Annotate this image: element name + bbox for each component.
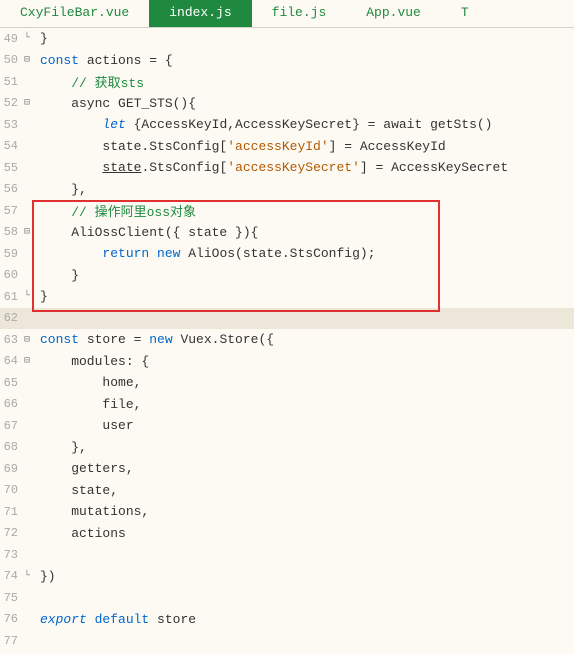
line-content[interactable]: // 获取sts xyxy=(34,72,574,91)
line-content[interactable]: modules: { xyxy=(34,354,574,369)
code-line[interactable]: 67 user xyxy=(0,415,574,437)
code-line[interactable]: 65 home, xyxy=(0,372,574,394)
code-line[interactable]: 69 getters, xyxy=(0,458,574,480)
line-content[interactable]: // 操作阿里oss对象 xyxy=(34,201,574,220)
line-content[interactable]: actions xyxy=(34,526,574,541)
line-number: 75 xyxy=(0,591,20,605)
line-content[interactable]: async GET_STS(){ xyxy=(34,96,574,111)
line-number: 55 xyxy=(0,161,20,175)
code-line[interactable]: 52⊟ async GET_STS(){ xyxy=(0,93,574,115)
line-number: 50 xyxy=(0,53,20,67)
line-content[interactable]: home, xyxy=(34,375,574,390)
fold-marker[interactable]: ⊟ xyxy=(20,226,34,238)
line-content[interactable]: export default store xyxy=(34,612,574,627)
tab-bar: CxyFileBar.vueindex.jsfile.jsApp.vueT xyxy=(0,0,574,28)
line-content[interactable]: const store = new Vuex.Store({ xyxy=(34,332,574,347)
line-number: 54 xyxy=(0,139,20,153)
line-number: 69 xyxy=(0,462,20,476)
line-number: 51 xyxy=(0,75,20,89)
line-content[interactable]: }) xyxy=(34,569,574,584)
line-content[interactable]: } xyxy=(34,31,574,46)
line-content[interactable]: file, xyxy=(34,397,574,412)
line-number: 65 xyxy=(0,376,20,390)
line-number: 71 xyxy=(0,505,20,519)
line-content[interactable]: state, xyxy=(34,483,574,498)
line-number: 63 xyxy=(0,333,20,347)
line-number: 73 xyxy=(0,548,20,562)
code-line[interactable]: 61└} xyxy=(0,286,574,308)
code-line[interactable]: 72 actions xyxy=(0,523,574,545)
tab-cxyfilebar-vue[interactable]: CxyFileBar.vue xyxy=(0,0,149,27)
code-line[interactable]: 62 xyxy=(0,308,574,330)
line-number: 67 xyxy=(0,419,20,433)
line-number: 58 xyxy=(0,225,20,239)
line-number: 68 xyxy=(0,440,20,454)
code-line[interactable]: 68 }, xyxy=(0,437,574,459)
tab-app-vue[interactable]: App.vue xyxy=(346,0,441,27)
code-line[interactable]: 50⊟const actions = { xyxy=(0,50,574,72)
line-number: 52 xyxy=(0,96,20,110)
code-line[interactable]: 51 // 获取sts xyxy=(0,71,574,93)
line-content[interactable]: return new AliOos(state.StsConfig); xyxy=(34,246,574,261)
line-number: 72 xyxy=(0,526,20,540)
code-line[interactable]: 70 state, xyxy=(0,480,574,502)
line-content[interactable]: } xyxy=(34,289,574,304)
fold-marker[interactable]: └ xyxy=(20,33,34,44)
code-line[interactable]: 56 }, xyxy=(0,179,574,201)
line-number: 76 xyxy=(0,612,20,626)
line-number: 59 xyxy=(0,247,20,261)
code-line[interactable]: 58⊟ AliOssClient({ state }){ xyxy=(0,222,574,244)
code-line[interactable]: 57 // 操作阿里oss对象 xyxy=(0,200,574,222)
line-number: 77 xyxy=(0,634,20,648)
code-line[interactable]: 49└} xyxy=(0,28,574,50)
line-content[interactable]: state.StsConfig['accessKeyId'] = AccessK… xyxy=(34,139,574,154)
line-number: 74 xyxy=(0,569,20,583)
code-line[interactable]: 77 xyxy=(0,630,574,652)
fold-marker[interactable]: ⊟ xyxy=(20,355,34,367)
line-number: 56 xyxy=(0,182,20,196)
code-editor[interactable]: 49└}50⊟const actions = {51 // 获取sts52⊟ a… xyxy=(0,28,574,654)
line-number: 57 xyxy=(0,204,20,218)
code-line[interactable]: 59 return new AliOos(state.StsConfig); xyxy=(0,243,574,265)
code-line[interactable]: 71 mutations, xyxy=(0,501,574,523)
line-content[interactable]: state.StsConfig['accessKeySecret'] = Acc… xyxy=(34,160,574,175)
line-content[interactable]: mutations, xyxy=(34,504,574,519)
tab-t[interactable]: T xyxy=(441,0,489,27)
code-line[interactable]: 73 xyxy=(0,544,574,566)
line-number: 49 xyxy=(0,32,20,46)
code-line[interactable]: 76 export default store xyxy=(0,609,574,631)
line-number: 61 xyxy=(0,290,20,304)
code-line[interactable]: 75 xyxy=(0,587,574,609)
code-line[interactable]: 53 let {AccessKeyId,AccessKeySecret} = a… xyxy=(0,114,574,136)
tab-file-js[interactable]: file.js xyxy=(252,0,347,27)
code-line[interactable]: 54 state.StsConfig['accessKeyId'] = Acce… xyxy=(0,136,574,158)
fold-marker[interactable]: └ xyxy=(20,291,34,302)
line-content[interactable]: getters, xyxy=(34,461,574,476)
code-line[interactable]: 60 } xyxy=(0,265,574,287)
line-number: 70 xyxy=(0,483,20,497)
code-line[interactable]: 55 state.StsConfig['accessKeySecret'] = … xyxy=(0,157,574,179)
line-number: 53 xyxy=(0,118,20,132)
fold-marker[interactable]: ⊟ xyxy=(20,334,34,346)
line-number: 60 xyxy=(0,268,20,282)
line-content[interactable]: user xyxy=(34,418,574,433)
line-content[interactable]: }, xyxy=(34,440,574,455)
line-content[interactable]: const actions = { xyxy=(34,53,574,68)
fold-marker[interactable]: └ xyxy=(20,571,34,582)
code-line[interactable]: 63⊟const store = new Vuex.Store({ xyxy=(0,329,574,351)
line-content[interactable]: }, xyxy=(34,182,574,197)
code-line[interactable]: 64⊟ modules: { xyxy=(0,351,574,373)
line-number: 66 xyxy=(0,397,20,411)
line-number: 64 xyxy=(0,354,20,368)
code-line[interactable]: 66 file, xyxy=(0,394,574,416)
line-content[interactable]: let {AccessKeyId,AccessKeySecret} = awai… xyxy=(34,117,574,132)
code-line[interactable]: 74└}) xyxy=(0,566,574,588)
line-content[interactable]: } xyxy=(34,268,574,283)
fold-marker[interactable]: ⊟ xyxy=(20,54,34,66)
line-content[interactable]: AliOssClient({ state }){ xyxy=(34,225,574,240)
fold-marker[interactable]: ⊟ xyxy=(20,97,34,109)
tab-index-js[interactable]: index.js xyxy=(149,0,251,27)
line-number: 62 xyxy=(0,311,20,325)
